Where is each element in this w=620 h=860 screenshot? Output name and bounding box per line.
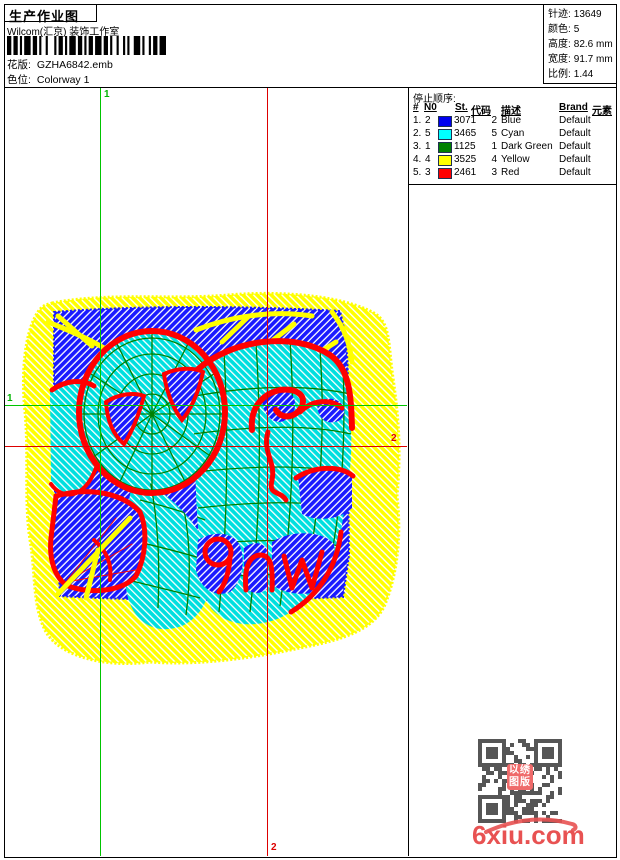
stop-desc: Cyan <box>501 128 525 139</box>
width-row: 宽度: 91.7 mm <box>548 54 613 65</box>
col-brand: Brand <box>559 102 588 113</box>
stop-brand: Default <box>559 141 591 152</box>
stop-stitches: 1125 <box>454 141 476 152</box>
stop-row: 3. 1 1125 1 Dark Green Default <box>409 141 616 154</box>
stop-code: 1 <box>491 141 497 152</box>
stitches-row: 针迹: 13649 <box>548 9 602 20</box>
col-hash: # <box>413 102 419 113</box>
stop-seq: 3. <box>413 141 422 152</box>
stop-seq: 1. <box>413 115 422 126</box>
stop-row: 4. 4 3525 4 Yellow Default <box>409 154 616 167</box>
stop-stitches: 2461 <box>454 167 477 178</box>
seal-stamp: 以绣 图版 <box>507 764 533 790</box>
stop-row: 5. 3 2461 3 Red Default <box>409 167 616 180</box>
stop-code: 4 <box>491 154 497 165</box>
stop-needle: 5 <box>425 128 431 139</box>
stop-desc: Blue <box>501 115 522 126</box>
colorway-row: 色位: Colorway 1 <box>7 72 89 87</box>
stop-seq: 2. <box>413 128 422 139</box>
stop-needle: 3 <box>425 167 431 178</box>
stop-needle: 1 <box>425 141 431 152</box>
stop-code: 3 <box>491 167 497 178</box>
stop-seq: 4. <box>413 154 422 165</box>
colorway-label: 色位: <box>7 74 31 86</box>
thread-swatch <box>438 129 452 140</box>
colorway-value: Colorway 1 <box>36 74 90 86</box>
barcode <box>7 36 166 55</box>
col-st: St. <box>455 102 468 113</box>
thread-swatch <box>438 116 452 127</box>
stop-seq: 5. <box>413 167 422 178</box>
stop-stitches: 3465 <box>454 128 477 139</box>
production-worksheet: 生产作业图 Wilcom(汇京) 装饰工作室 花版: GZHA6842.emb 色… <box>0 0 620 860</box>
stop-desc: Yellow <box>501 154 530 165</box>
thread-swatch <box>438 155 452 166</box>
stop-desc: Red <box>501 167 520 178</box>
design-info-panel: 针迹: 13649 颜色: 5 高度: 82.6 mm 宽度: 91.7 mm 比例: 1… <box>543 4 616 84</box>
stop-needle: 4 <box>425 154 431 165</box>
guide-label-v1: 1 <box>104 89 110 100</box>
height-row: 高度: 82.6 mm <box>548 39 613 50</box>
guide-horizontal-2 <box>5 446 407 447</box>
vertical-divider <box>408 87 409 856</box>
site-watermark: 6xiu.com <box>472 820 585 850</box>
stop-row: 1. 2 3071 2 Blue Default <box>409 115 616 128</box>
scale-row: 比例: 1.44 <box>548 69 594 80</box>
guide-label-v2: 2 <box>271 842 277 853</box>
colors-row: 颜色: 5 <box>548 24 580 35</box>
stop-stitches: 3071 <box>454 115 477 126</box>
pattern-file-value: GZHA6842.emb <box>36 59 113 71</box>
pattern-file-label: 花版: <box>7 59 31 71</box>
stop-code: 2 <box>491 115 497 126</box>
title-box: 生产作业图 <box>4 4 97 24</box>
thread-swatch <box>438 142 452 153</box>
color-sequence-panel: 停止顺序: # N0 St. 代码 描述 Brand 元素 1. 2 3071 2 Bl… <box>409 88 616 185</box>
stop-brand: Default <box>559 128 591 139</box>
stop-stitches: 3525 <box>454 154 477 165</box>
guide-label-h2: 2 <box>391 433 397 444</box>
col-n0: N0 <box>424 102 437 113</box>
stop-brand: Default <box>559 154 591 165</box>
guide-horizontal-1 <box>5 405 407 406</box>
guide-vertical-2 <box>267 88 268 856</box>
thread-swatch <box>438 168 452 179</box>
stop-row: 2. 5 3465 5 Cyan Default <box>409 128 616 141</box>
stop-code: 5 <box>491 128 497 139</box>
stop-brand: Default <box>559 167 591 178</box>
stop-needle: 2 <box>425 115 431 126</box>
guide-label-h1: 1 <box>7 393 13 404</box>
guide-vertical-1 <box>100 88 101 856</box>
stop-brand: Default <box>559 115 591 126</box>
pattern-file-row: 花版: GZHA6842.emb <box>7 57 113 72</box>
stop-desc: Dark Green <box>501 141 553 152</box>
